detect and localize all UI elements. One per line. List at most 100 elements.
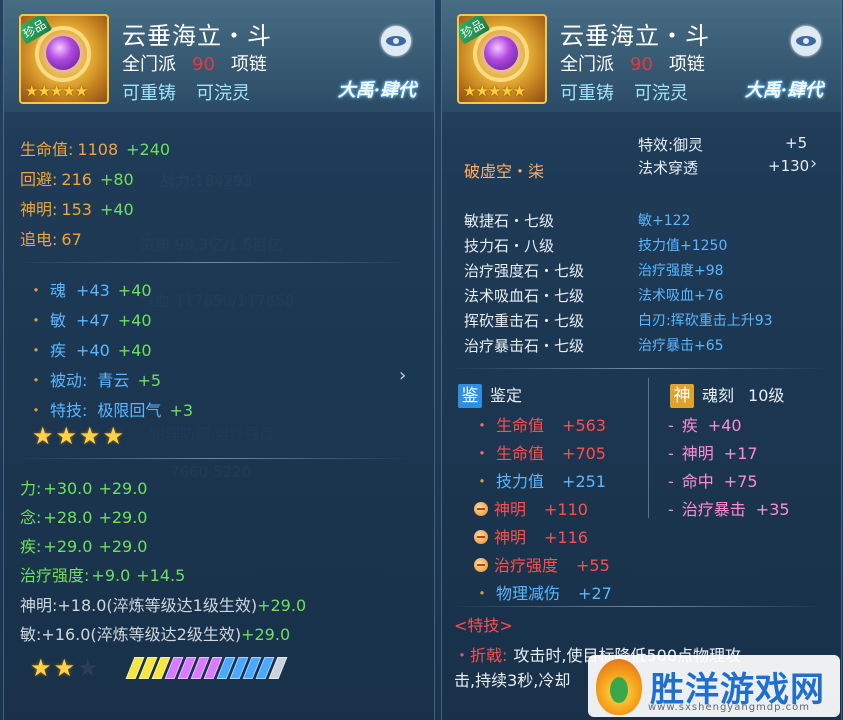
watermark-logo-icon bbox=[596, 659, 642, 715]
soul-value: +40 bbox=[707, 416, 742, 435]
attr-value: +47 bbox=[76, 311, 110, 330]
appraise-label: 生命值 bbox=[496, 416, 545, 435]
refine-label: 力: bbox=[20, 479, 42, 498]
item-level: 90 bbox=[630, 54, 653, 75]
bullet-icon: ・ bbox=[28, 311, 45, 330]
appraise-label: 神明 bbox=[494, 528, 527, 547]
attr-label: 被动: bbox=[50, 371, 88, 390]
divider bbox=[18, 458, 410, 459]
soul-label: 治疗暴击 bbox=[681, 500, 746, 519]
bullet-icon: ・ bbox=[474, 444, 491, 463]
skill-name: ・折戟: bbox=[454, 646, 508, 665]
appraise-circle-icon bbox=[474, 502, 488, 516]
brand-logo: 大禹·肆代 bbox=[744, 80, 823, 101]
refine-progress-bar bbox=[125, 657, 288, 683]
appraise-circle-icon bbox=[474, 530, 488, 544]
divider bbox=[452, 606, 827, 607]
locked-text: 敏:+16.0(淬炼等级达2级生效) bbox=[20, 625, 242, 644]
orb-icon bbox=[484, 36, 518, 70]
refine-row: 力: +30.0 +29.0 bbox=[20, 475, 147, 499]
chevron-right-icon[interactable]: › bbox=[399, 365, 406, 386]
gem-effect: 技力值+1250 bbox=[638, 238, 728, 254]
divider bbox=[648, 378, 649, 518]
item-name: 云垂海立・斗 bbox=[560, 22, 710, 50]
locked-bonus: +29.0 bbox=[257, 596, 307, 615]
gem-effect: 治疗暴击+65 bbox=[638, 338, 724, 354]
item-icon: 珍品 ★★★★★ bbox=[19, 14, 109, 104]
soul-label: 疾 bbox=[681, 416, 698, 435]
soul-row: - 命中 +75 bbox=[668, 468, 758, 492]
item-school: 全门派 bbox=[122, 54, 176, 75]
appraise-row: ・技力值 +251 bbox=[474, 468, 606, 492]
locked-refine-row: 神明:+18.0(淬炼等级达1级生效)+29.0 bbox=[20, 592, 306, 616]
appraise-label: 治疗强度 bbox=[494, 556, 559, 575]
attr-row: ・敏 +47 +40 bbox=[28, 307, 152, 331]
effect-label: 特效:御灵 bbox=[638, 136, 704, 154]
bullet-icon: ・ bbox=[474, 472, 491, 491]
chevron-right-icon[interactable]: › bbox=[810, 153, 817, 174]
locked-bonus: +29.0 bbox=[241, 625, 291, 644]
refine-bonus: +29.0 bbox=[98, 537, 148, 556]
item-stars: ★★★★★ bbox=[463, 82, 526, 100]
soul-row: - 神明 +17 bbox=[668, 440, 758, 464]
attr-value: +40 bbox=[76, 341, 110, 360]
gem-effect: 敏+122 bbox=[638, 213, 691, 229]
dash-icon: - bbox=[668, 500, 674, 519]
gem-effect: 白刃:挥砍重击上升93 bbox=[638, 313, 773, 329]
stat-label: 生命值: bbox=[20, 140, 74, 159]
appraise-row: ・生命值 +705 bbox=[474, 440, 606, 464]
item-name: 云垂海立・斗 bbox=[122, 22, 272, 50]
attr-row: ・被动: 青云 +5 bbox=[28, 367, 161, 391]
soul-tag: 神 bbox=[670, 384, 694, 408]
stat-label: 回避: bbox=[20, 170, 58, 189]
appraise-row: 治疗强度 +55 bbox=[474, 552, 610, 576]
appraise-value: +116 bbox=[544, 528, 588, 547]
soul-value: +17 bbox=[723, 444, 758, 463]
pierce-label: 法术穿透 bbox=[638, 159, 699, 177]
attr-bonus: +40 bbox=[117, 311, 152, 330]
refine-bonus: +14.5 bbox=[136, 566, 186, 585]
appraise-label: 技力值 bbox=[496, 472, 545, 491]
wash-flag: 可浣灵 bbox=[634, 83, 688, 104]
refine-label: 治疗强度: bbox=[20, 566, 90, 585]
item-flags: 可重铸 可浣灵 bbox=[122, 79, 270, 105]
item-meta: 全门派 90 项链 bbox=[122, 50, 267, 76]
refine-row: 疾: +29.0 +29.0 bbox=[20, 533, 147, 557]
item-icon: 珍品 ★★★★★ bbox=[457, 14, 547, 104]
stat-label: 追电: bbox=[20, 230, 58, 249]
appraise-value: +55 bbox=[576, 556, 610, 575]
attr-label: 疾 bbox=[50, 341, 67, 360]
orb-icon bbox=[46, 36, 80, 70]
refine-row: 治疗强度: +9.0 +14.5 bbox=[20, 562, 185, 586]
soul-row: - 疾 +40 bbox=[668, 412, 742, 436]
attr-value: +43 bbox=[76, 281, 110, 300]
refine-value: +28.0 bbox=[43, 508, 93, 527]
item-tooltip-left: 珍品 ★★★★★ 云垂海立・斗 全门派 90 项链 可重铸 可浣灵 大禹·肆代 生命值… bbox=[3, 0, 435, 720]
appraise-value: +27 bbox=[578, 584, 612, 603]
gem-name: 治疗强度石・七级 bbox=[464, 262, 585, 280]
attr-row: ・特技: 极限回气 +3 bbox=[28, 397, 193, 421]
skill-header: <特技> bbox=[454, 616, 513, 635]
appraise-title: 鉴定 bbox=[490, 386, 523, 405]
base-stat-row: 神明: 153 +40 bbox=[20, 196, 134, 220]
screen: 战力:164293 资质 98.3亿/1.5百亿 气血 117650/11765… bbox=[0, 0, 843, 720]
refine-label: 念: bbox=[20, 508, 42, 527]
soul-row: - 治疗暴击 +35 bbox=[668, 496, 790, 520]
appraise-row: ・生命值 +563 bbox=[474, 412, 606, 436]
appraise-row: 神明 +116 bbox=[474, 524, 588, 548]
item-stars: ★★★★★ bbox=[25, 82, 88, 100]
refine-value: +30.0 bbox=[43, 479, 93, 498]
soul-label: 命中 bbox=[681, 472, 714, 491]
stat-bonus: +40 bbox=[99, 200, 134, 219]
stat-bonus: +240 bbox=[126, 140, 171, 159]
refine-stars: ★★★ bbox=[30, 654, 99, 682]
gem-name: 法术吸血石・七级 bbox=[464, 287, 585, 305]
gem-name: 敏捷石・七级 bbox=[464, 212, 555, 230]
refine-bonus: +29.0 bbox=[98, 479, 148, 498]
eye-icon[interactable] bbox=[381, 26, 411, 56]
refine-bonus: +29.0 bbox=[98, 508, 148, 527]
base-stat-row: 回避: 216 +80 bbox=[20, 166, 134, 190]
appraise-row: ・物理减伤 +27 bbox=[474, 580, 612, 604]
refine-value: +9.0 bbox=[91, 566, 131, 585]
eye-icon[interactable] bbox=[791, 26, 821, 56]
